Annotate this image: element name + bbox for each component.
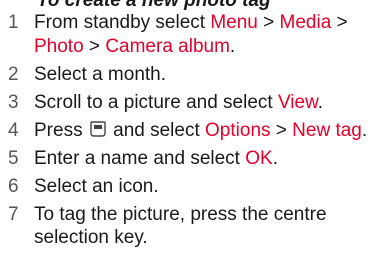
instruction-step: 1 From standby select Menu > Media > Phot… — [0, 11, 385, 58]
menu-path-label: OK — [245, 147, 273, 169]
step-text: . — [229, 35, 236, 57]
step-text: Select an icon. — [34, 175, 159, 197]
step-text: To tag the picture, press the centre sel… — [34, 203, 327, 249]
step-number: 7 — [8, 203, 19, 225]
step-number: 2 — [8, 63, 19, 85]
menu-path-label: View — [277, 91, 318, 113]
step-text: . — [317, 91, 324, 113]
options-key-icon — [90, 120, 106, 137]
step-text: > — [83, 35, 106, 57]
menu-path-label: Camera album — [105, 35, 230, 57]
step-text: . — [272, 147, 278, 169]
menu-path-label: Options — [205, 119, 271, 141]
menu-path-label: Photo — [34, 35, 84, 57]
step-text: and select — [107, 119, 206, 141]
instruction-step: 2 Select a month. — [0, 63, 385, 87]
step-text: > — [331, 12, 348, 33]
step-number: 1 — [8, 12, 19, 33]
instruction-step: 3 Scroll to a picture and select View. — [0, 91, 385, 115]
step-text: Select a month. — [34, 63, 167, 85]
step-text: Press — [34, 119, 88, 141]
step-text: > — [257, 12, 280, 33]
instruction-step: 4 Press and select Options > New tag. — [0, 119, 385, 143]
step-number: 5 — [8, 147, 19, 169]
section-heading: To create a new photo tag — [37, 0, 271, 11]
step-text: . — [361, 119, 368, 141]
step-text: From standby select — [34, 12, 211, 33]
step-text: Enter a name and select — [34, 147, 246, 169]
step-number: 4 — [8, 119, 19, 141]
step-text: > — [270, 119, 293, 141]
step-number: 3 — [8, 91, 19, 113]
instruction-step: 7 To tag the picture, press the centre se… — [0, 203, 385, 250]
menu-path-label: Menu — [210, 12, 258, 33]
steps-list: 1 From standby select Menu > Media > Phot… — [0, 11, 385, 254]
menu-path-label: Media — [279, 12, 332, 33]
step-number: 6 — [8, 175, 19, 197]
instruction-step: 5 Enter a name and select OK. — [0, 147, 385, 171]
menu-path-label: New tag — [292, 119, 362, 141]
step-text: Scroll to a picture and select — [34, 91, 278, 113]
instruction-step: 6 Select an icon. — [0, 175, 385, 199]
